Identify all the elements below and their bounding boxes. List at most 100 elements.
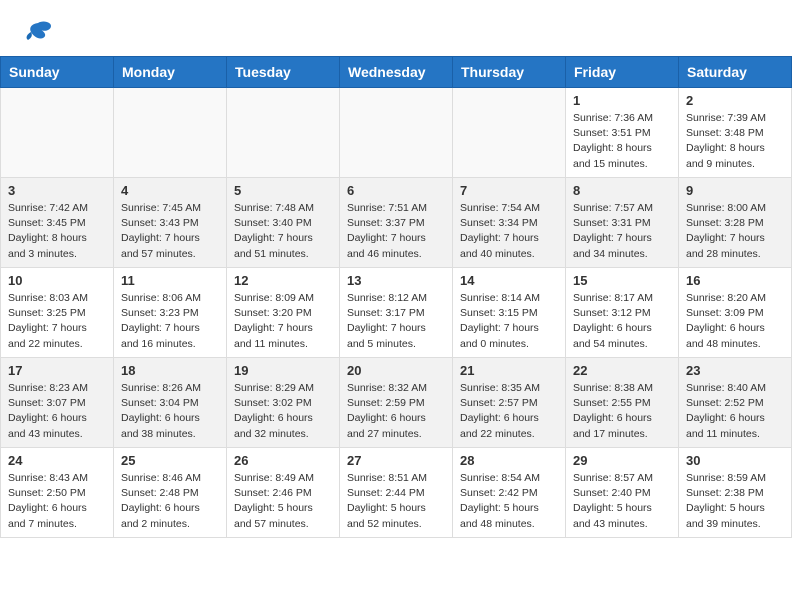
day-number: 3: [8, 183, 106, 198]
day-number: 9: [686, 183, 784, 198]
day-info: Sunrise: 8:54 AM Sunset: 2:42 PM Dayligh…: [460, 471, 558, 532]
day-number: 11: [121, 273, 219, 288]
day-info: Sunrise: 8:57 AM Sunset: 2:40 PM Dayligh…: [573, 471, 671, 532]
calendar-header-sunday: Sunday: [1, 57, 114, 88]
day-info: Sunrise: 8:40 AM Sunset: 2:52 PM Dayligh…: [686, 381, 784, 442]
calendar-cell: 12 Sunrise: 8:09 AM Sunset: 3:20 PM Dayli…: [227, 268, 340, 358]
day-number: 8: [573, 183, 671, 198]
calendar-cell: 16 Sunrise: 8:20 AM Sunset: 3:09 PM Dayli…: [679, 268, 792, 358]
calendar-week-row: 3 Sunrise: 7:42 AM Sunset: 3:45 PM Daylig…: [1, 178, 792, 268]
calendar-week-row: 1 Sunrise: 7:36 AM Sunset: 3:51 PM Daylig…: [1, 88, 792, 178]
calendar-cell: 7 Sunrise: 7:54 AM Sunset: 3:34 PM Daylig…: [453, 178, 566, 268]
day-number: 2: [686, 93, 784, 108]
day-number: 1: [573, 93, 671, 108]
calendar-cell: 15 Sunrise: 8:17 AM Sunset: 3:12 PM Dayli…: [566, 268, 679, 358]
calendar-cell: 24 Sunrise: 8:43 AM Sunset: 2:50 PM Dayli…: [1, 448, 114, 538]
day-info: Sunrise: 8:17 AM Sunset: 3:12 PM Dayligh…: [573, 291, 671, 352]
calendar-cell: 29 Sunrise: 8:57 AM Sunset: 2:40 PM Dayli…: [566, 448, 679, 538]
day-number: 30: [686, 453, 784, 468]
day-number: 18: [121, 363, 219, 378]
calendar-cell: 21Sunrise: 8:35 AM Sunset: 2:57 PM Dayli…: [453, 358, 566, 448]
calendar-cell: 1 Sunrise: 7:36 AM Sunset: 3:51 PM Daylig…: [566, 88, 679, 178]
day-number: 7: [460, 183, 558, 198]
calendar-cell: 9 Sunrise: 8:00 AM Sunset: 3:28 PM Daylig…: [679, 178, 792, 268]
calendar-cell: 20Sunrise: 8:32 AM Sunset: 2:59 PM Dayli…: [340, 358, 453, 448]
day-number: 15: [573, 273, 671, 288]
day-info: Sunrise: 8:32 AM Sunset: 2:59 PM Dayligh…: [347, 381, 445, 442]
logo: [20, 18, 53, 46]
day-number: 10: [8, 273, 106, 288]
calendar-cell: 25 Sunrise: 8:46 AM Sunset: 2:48 PM Dayli…: [114, 448, 227, 538]
day-number: 22: [573, 363, 671, 378]
day-number: 23: [686, 363, 784, 378]
day-info: Sunrise: 8:06 AM Sunset: 3:23 PM Dayligh…: [121, 291, 219, 352]
day-info: Sunrise: 8:46 AM Sunset: 2:48 PM Dayligh…: [121, 471, 219, 532]
day-info: Sunrise: 8:43 AM Sunset: 2:50 PM Dayligh…: [8, 471, 106, 532]
calendar-cell: 14 Sunrise: 8:14 AM Sunset: 3:15 PM Dayli…: [453, 268, 566, 358]
day-number: 28: [460, 453, 558, 468]
day-number: 5: [234, 183, 332, 198]
day-info: Sunrise: 8:12 AM Sunset: 3:17 PM Dayligh…: [347, 291, 445, 352]
calendar-cell: 30 Sunrise: 8:59 AM Sunset: 2:38 PM Dayli…: [679, 448, 792, 538]
calendar-cell: 19 Sunrise: 8:29 AM Sunset: 3:02 PM Dayli…: [227, 358, 340, 448]
calendar-cell: 3 Sunrise: 7:42 AM Sunset: 3:45 PM Daylig…: [1, 178, 114, 268]
day-number: 4: [121, 183, 219, 198]
day-number: 27: [347, 453, 445, 468]
day-info: Sunrise: 8:49 AM Sunset: 2:46 PM Dayligh…: [234, 471, 332, 532]
calendar-header-monday: Monday: [114, 57, 227, 88]
calendar-cell: 22 Sunrise: 8:38 AM Sunset: 2:55 PM Dayli…: [566, 358, 679, 448]
page-header: [0, 0, 792, 56]
day-info: Sunrise: 8:00 AM Sunset: 3:28 PM Dayligh…: [686, 201, 784, 262]
day-number: 29: [573, 453, 671, 468]
calendar-cell: [227, 88, 340, 178]
day-number: 6: [347, 183, 445, 198]
day-info: Sunrise: 8:26 AM Sunset: 3:04 PM Dayligh…: [121, 381, 219, 442]
day-info: Sunrise: 8:59 AM Sunset: 2:38 PM Dayligh…: [686, 471, 784, 532]
calendar-cell: 27 Sunrise: 8:51 AM Sunset: 2:44 PM Dayli…: [340, 448, 453, 538]
day-info: Sunrise: 8:09 AM Sunset: 3:20 PM Dayligh…: [234, 291, 332, 352]
calendar-cell: 18 Sunrise: 8:26 AM Sunset: 3:04 PM Dayli…: [114, 358, 227, 448]
calendar-week-row: 24 Sunrise: 8:43 AM Sunset: 2:50 PM Dayli…: [1, 448, 792, 538]
calendar-cell: 6 Sunrise: 7:51 AM Sunset: 3:37 PM Daylig…: [340, 178, 453, 268]
calendar-header-thursday: Thursday: [453, 57, 566, 88]
calendar-cell: [340, 88, 453, 178]
day-number: 19: [234, 363, 332, 378]
day-info: Sunrise: 7:39 AM Sunset: 3:48 PM Dayligh…: [686, 111, 784, 172]
day-number: 17: [8, 363, 106, 378]
calendar-cell: 28 Sunrise: 8:54 AM Sunset: 2:42 PM Dayli…: [453, 448, 566, 538]
calendar-header-saturday: Saturday: [679, 57, 792, 88]
day-info: Sunrise: 7:57 AM Sunset: 3:31 PM Dayligh…: [573, 201, 671, 262]
calendar-week-row: 10Sunrise: 8:03 AM Sunset: 3:25 PM Dayli…: [1, 268, 792, 358]
day-info: Sunrise: 8:51 AM Sunset: 2:44 PM Dayligh…: [347, 471, 445, 532]
day-number: 26: [234, 453, 332, 468]
calendar-header-row: SundayMondayTuesdayWednesdayThursdayFrid…: [1, 57, 792, 88]
calendar-cell: 17 Sunrise: 8:23 AM Sunset: 3:07 PM Dayli…: [1, 358, 114, 448]
day-info: Sunrise: 8:38 AM Sunset: 2:55 PM Dayligh…: [573, 381, 671, 442]
day-info: Sunrise: 7:36 AM Sunset: 3:51 PM Dayligh…: [573, 111, 671, 172]
day-info: Sunrise: 7:42 AM Sunset: 3:45 PM Dayligh…: [8, 201, 106, 262]
calendar-week-row: 17 Sunrise: 8:23 AM Sunset: 3:07 PM Dayli…: [1, 358, 792, 448]
day-number: 25: [121, 453, 219, 468]
day-number: 14: [460, 273, 558, 288]
day-info: Sunrise: 8:29 AM Sunset: 3:02 PM Dayligh…: [234, 381, 332, 442]
calendar-cell: 2 Sunrise: 7:39 AM Sunset: 3:48 PM Daylig…: [679, 88, 792, 178]
calendar-cell: [1, 88, 114, 178]
calendar-cell: 11 Sunrise: 8:06 AM Sunset: 3:23 PM Dayli…: [114, 268, 227, 358]
day-info: Sunrise: 8:14 AM Sunset: 3:15 PM Dayligh…: [460, 291, 558, 352]
logo-bird-icon: [23, 18, 53, 46]
day-info: Sunrise: 8:20 AM Sunset: 3:09 PM Dayligh…: [686, 291, 784, 352]
day-info: Sunrise: 7:45 AM Sunset: 3:43 PM Dayligh…: [121, 201, 219, 262]
calendar-cell: [114, 88, 227, 178]
day-number: 12: [234, 273, 332, 288]
day-info: Sunrise: 7:48 AM Sunset: 3:40 PM Dayligh…: [234, 201, 332, 262]
day-number: 13: [347, 273, 445, 288]
day-number: 16: [686, 273, 784, 288]
day-info: Sunrise: 8:35 AM Sunset: 2:57 PM Dayligh…: [460, 381, 558, 442]
day-info: Sunrise: 8:23 AM Sunset: 3:07 PM Dayligh…: [8, 381, 106, 442]
calendar-cell: [453, 88, 566, 178]
calendar-cell: 26 Sunrise: 8:49 AM Sunset: 2:46 PM Dayli…: [227, 448, 340, 538]
calendar-table: SundayMondayTuesdayWednesdayThursdayFrid…: [0, 56, 792, 538]
day-info: Sunrise: 7:54 AM Sunset: 3:34 PM Dayligh…: [460, 201, 558, 262]
day-info: Sunrise: 7:51 AM Sunset: 3:37 PM Dayligh…: [347, 201, 445, 262]
day-number: 24: [8, 453, 106, 468]
